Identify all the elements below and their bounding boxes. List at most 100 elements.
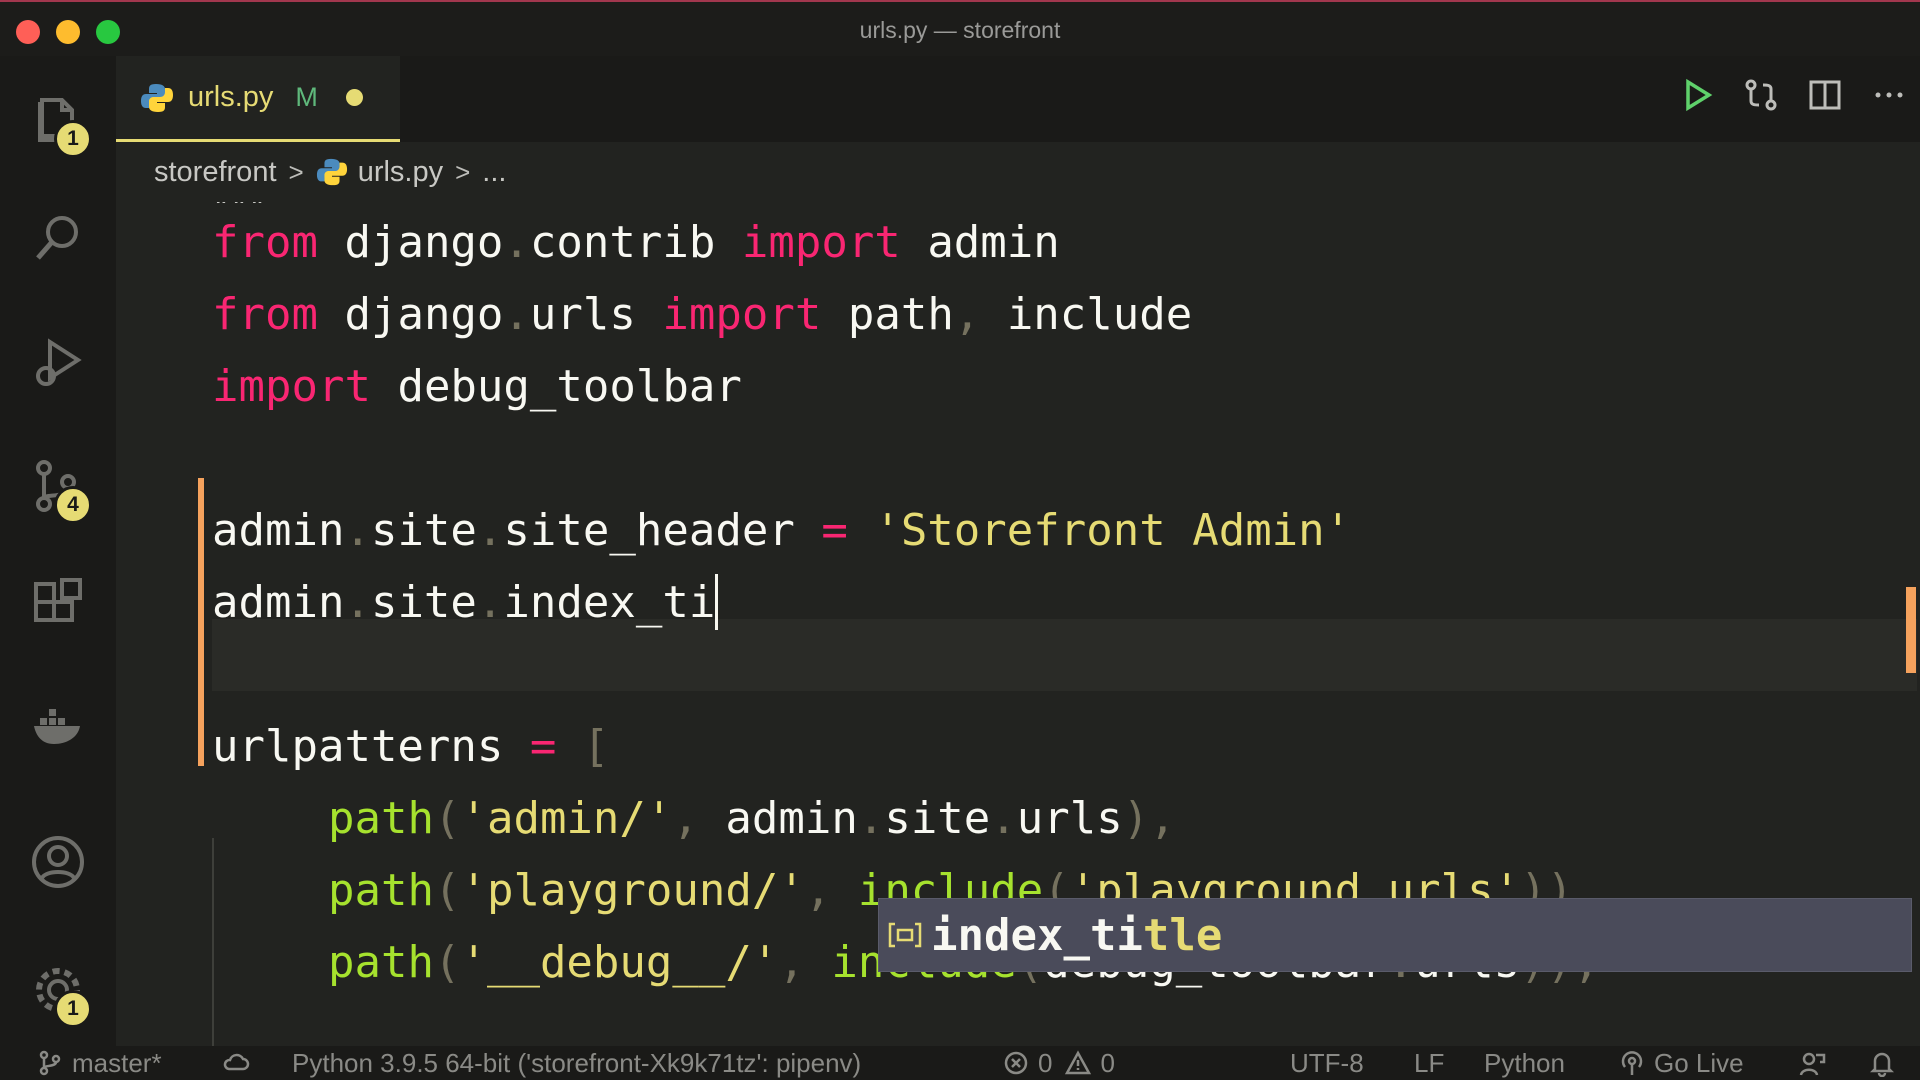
tab-modified-status: M bbox=[295, 82, 318, 112]
string-literal: 'admin/' bbox=[460, 793, 673, 844]
open-changes-button[interactable] bbox=[1740, 74, 1782, 116]
encoding-label: UTF-8 bbox=[1290, 1048, 1364, 1078]
breadcrumb-symbol[interactable]: ... bbox=[482, 156, 506, 189]
run-file-button[interactable] bbox=[1676, 74, 1718, 116]
identifier: admin bbox=[212, 505, 345, 556]
tab-label: urls.py bbox=[188, 81, 274, 113]
breadcrumb-folder[interactable]: storefront bbox=[154, 156, 277, 189]
string-literal: '__debug__/' bbox=[460, 937, 779, 988]
identifier: include bbox=[1006, 289, 1193, 340]
autocomplete-suggestion[interactable]: index_title bbox=[878, 898, 1912, 972]
text-cursor bbox=[715, 574, 719, 630]
identifier: django bbox=[344, 217, 504, 268]
git-modified-gutter[interactable] bbox=[198, 478, 204, 766]
broadcast-icon bbox=[1621, 1051, 1643, 1075]
docker-icon bbox=[34, 709, 80, 744]
notifications-button[interactable] bbox=[1868, 1046, 1904, 1080]
identifier: site_header bbox=[503, 505, 795, 556]
eol-label: LF bbox=[1414, 1048, 1445, 1078]
punctuation: ), bbox=[1122, 793, 1176, 844]
code-line-7: path('admin/', admin.site.urls), bbox=[328, 783, 1176, 855]
cloud-sync-icon bbox=[223, 1053, 250, 1071]
keyword: from bbox=[212, 217, 318, 268]
sync-button[interactable] bbox=[222, 1046, 258, 1080]
eol-selector[interactable]: LF bbox=[1414, 1046, 1444, 1080]
tab-urls-py[interactable]: urls.py M bbox=[116, 56, 400, 142]
identifier: admin bbox=[212, 577, 345, 628]
error-icon bbox=[1004, 1051, 1028, 1075]
python-file-icon bbox=[141, 83, 173, 112]
compare-changes-icon bbox=[1745, 79, 1777, 111]
identifier: admin bbox=[725, 793, 858, 844]
identifier: site bbox=[370, 505, 477, 556]
identifier: urlpatterns bbox=[212, 721, 504, 772]
more-actions-button[interactable] bbox=[1868, 74, 1910, 116]
feedback-icon bbox=[1799, 1052, 1826, 1076]
encoding-selector[interactable]: UTF-8 bbox=[1290, 1046, 1364, 1080]
function-name: path bbox=[328, 865, 434, 916]
manage-button[interactable]: 1 bbox=[24, 956, 92, 1028]
code-line-5: admin.site.index_ti bbox=[212, 567, 719, 639]
suggestion-match: index_ti bbox=[931, 909, 1143, 961]
punctuation: . bbox=[476, 505, 504, 556]
code-editor[interactable]: """ from django.contrib import admin fro… bbox=[116, 202, 1920, 1046]
unsaved-dot-icon[interactable] bbox=[345, 89, 363, 106]
function-name: path bbox=[328, 793, 434, 844]
string-literal: 'Storefront Admin' bbox=[874, 505, 1352, 556]
activity-bar: 1 4 1 bbox=[0, 56, 116, 1046]
extensions-icon bbox=[34, 578, 82, 622]
keyword: import bbox=[212, 361, 371, 412]
identifier: site bbox=[370, 577, 477, 628]
warning-icon bbox=[1065, 1050, 1092, 1075]
error-count: 0 bbox=[1038, 1048, 1053, 1078]
run-debug-button[interactable] bbox=[24, 328, 92, 396]
identifier: path bbox=[847, 289, 954, 340]
punctuation: . bbox=[344, 577, 371, 628]
split-editor-button[interactable] bbox=[1804, 74, 1846, 116]
python-interpreter[interactable]: Python 3.9.5 64-bit ('storefront-Xk9k71t… bbox=[292, 1046, 861, 1080]
variable-symbol-icon bbox=[885, 915, 925, 955]
play-icon bbox=[1686, 78, 1713, 112]
keyword: from bbox=[212, 289, 318, 340]
punctuation: [ bbox=[582, 721, 610, 772]
identifier: debug_toolbar bbox=[397, 361, 742, 412]
accounts-button[interactable] bbox=[24, 828, 92, 896]
source-control-button[interactable]: 4 bbox=[24, 452, 92, 524]
breadcrumb-file[interactable]: urls.py bbox=[358, 156, 443, 189]
problems-indicator[interactable]: 00 bbox=[1002, 1046, 1115, 1080]
search-icon bbox=[36, 216, 78, 260]
chevron-right-icon: > bbox=[455, 156, 471, 187]
search-button[interactable] bbox=[24, 204, 92, 272]
split-editor-icon bbox=[1809, 80, 1841, 110]
code-line-1: from django.contrib import admin bbox=[212, 207, 1060, 279]
punctuation: . bbox=[503, 289, 530, 340]
extensions-button[interactable] bbox=[24, 572, 92, 640]
docker-button[interactable] bbox=[24, 692, 92, 760]
operator: = bbox=[529, 721, 557, 772]
identifier: urls bbox=[529, 289, 636, 340]
go-live-label: Go Live bbox=[1654, 1048, 1744, 1078]
language-mode-selector[interactable]: Python bbox=[1484, 1046, 1565, 1080]
keyword: import bbox=[662, 289, 822, 340]
explorer-badge: 1 bbox=[54, 120, 92, 158]
identifier: admin bbox=[927, 217, 1060, 268]
identifier: django bbox=[344, 289, 504, 340]
status-bar: master* Python 3.9.5 64-bit ('storefront… bbox=[0, 1046, 1920, 1080]
branch-indicator[interactable]: master* bbox=[36, 1046, 162, 1080]
punctuation: ( bbox=[433, 865, 461, 916]
source-control-badge: 4 bbox=[54, 486, 92, 524]
feedback-button[interactable] bbox=[1798, 1046, 1834, 1080]
punctuation: , bbox=[672, 793, 726, 844]
python-file-icon bbox=[316, 156, 348, 188]
window-title: urls.py — storefront bbox=[859, 17, 1061, 43]
go-live-button[interactable]: Go Live bbox=[1618, 1046, 1744, 1080]
suggestion-label: index_title bbox=[931, 910, 1222, 961]
breadcrumb: storefront > urls.py > ... bbox=[116, 142, 1920, 202]
editor-actions bbox=[1676, 74, 1910, 116]
bell-icon bbox=[1869, 1052, 1895, 1077]
language-label: Python bbox=[1484, 1048, 1565, 1078]
explorer-button[interactable]: 1 bbox=[24, 86, 92, 158]
punctuation: , bbox=[953, 289, 981, 340]
code-line-6: urlpatterns = [ bbox=[212, 711, 609, 783]
function-name: path bbox=[328, 937, 434, 988]
